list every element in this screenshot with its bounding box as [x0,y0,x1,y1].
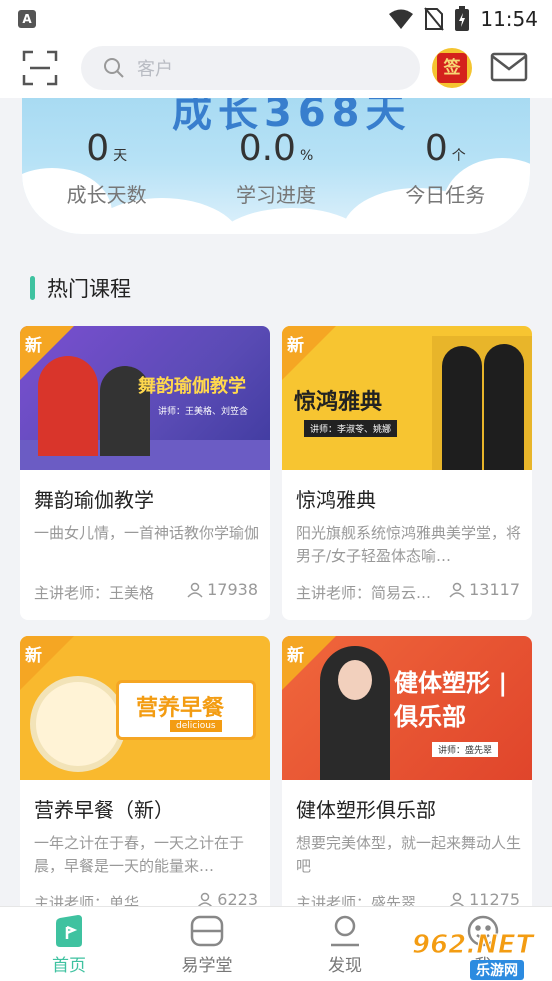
course-thumbnail: 健体塑形 | 俱乐部 讲师：盛先翠 新 [282,636,532,780]
course-desc: 一曲女儿情，一首神话教你学瑜伽 [34,524,260,542]
course-card[interactable]: 惊鸿雅典 讲师：李淑苓、姚娜 新 惊鸿雅典 阳光旗舰系统惊鸿雅典美学堂，将男子/… [282,326,532,620]
search-icon [104,58,124,78]
clock: 11:54 [480,7,538,31]
thumb-subtitle: 讲师：盛先翠 [432,742,499,757]
course-name: 健体塑形俱乐部 [296,798,436,822]
checkin-button[interactable]: 签 [432,48,472,88]
course-teacher: 主讲老师：王美格 [34,584,155,602]
course-student-count: 17938 [187,580,258,599]
course-desc: 想要完美体型，就一起来舞动人生吧 [296,834,522,875]
battery-icon [455,6,470,31]
top-bar: 客户 签 [0,38,552,98]
course-teacher: 主讲老师：盛先翠 [296,894,417,906]
course-thumbnail: 惊鸿雅典 讲师：李淑苓、姚娜 新 [282,326,532,470]
growth-stats: 0天 成长天数 0.0% 学习进度 0个 今日任务 [22,128,530,218]
thumb-subtitle: 讲师：王美格、刘笠含 [158,407,249,417]
course-desc: 阳光旗舰系统惊鸿雅典美学堂，将男子/女子轻盈体态喻… [296,524,522,565]
status-bar: A 11:54 [0,0,552,38]
course-thumbnail: 营养早餐 delicious 新 [20,636,270,780]
course-card[interactable]: 健体塑形 | 俱乐部 讲师：盛先翠 新 健体塑形俱乐部 想要完美体型，就一起来舞… [282,636,532,906]
thumb-title: 舞韵瑜伽教学 [138,376,246,397]
search-input[interactable]: 客户 [81,46,420,90]
person-icon [187,582,203,598]
course-teacher: 主讲老师：单华 [34,894,140,906]
home-icon [56,915,82,947]
watermark-logo: 962.NET 乐游网 [411,930,534,980]
new-badge: 新 [282,326,336,380]
course-card[interactable]: 舞韵瑜伽教学 讲师：王美格、刘笠含 新 舞韵瑜伽教学 一曲女儿情，一首神话教你学… [20,326,270,620]
app-notification-icon: A [18,10,36,28]
user-icon [331,915,359,947]
stat-today-tasks[interactable]: 0个 今日任务 [361,128,530,218]
no-sim-icon [424,7,445,31]
course-name: 惊鸿雅典 [296,488,376,512]
nav-home[interactable]: 首页 [0,907,138,981]
scan-icon [22,50,58,86]
course-desc: 一年之计在于春，一天之计在于晨，早餐是一天的能量来… [34,834,245,875]
nav-yixuetang[interactable]: 易学堂 [138,907,276,981]
thumb-subtitle: delicious [170,720,222,732]
course-student-count: 6223 [197,890,258,906]
person-icon [449,892,465,906]
course-name: 舞韵瑜伽教学 [34,488,154,512]
thumb-title: 惊鸿雅典 [294,390,383,415]
search-placeholder: 客户 [137,59,173,80]
status-icons: 11:54 [388,6,538,32]
section-accent-bar [30,276,35,300]
home-content[interactable]: 成长368天 0天 成长天数 0.0% 学习进度 0个 今日任务 热门课程 舞韵… [0,98,552,906]
thumb-title: 营养早餐 [136,696,225,721]
mail-icon [490,52,528,82]
course-card[interactable]: 营养早餐 delicious 新 营养早餐（新） 一年之计在于春，一天之计在于晨… [20,636,270,906]
section-title: 热门课程 [47,277,131,301]
course-thumbnail: 舞韵瑜伽教学 讲师：王美格、刘笠含 新 [20,326,270,470]
wifi-icon [389,9,414,29]
thumb-subtitle: 讲师：李淑苓、姚娜 [304,420,398,437]
course-name: 营养早餐（新） [34,798,174,822]
course-student-count: 13117 [449,580,520,599]
thumb-title: 健体塑形 | 俱乐部 [394,669,508,731]
layers-icon [190,915,224,947]
person-icon [197,892,213,906]
hot-courses-header: 热门课程 [30,274,131,302]
course-student-count: 11275 [449,890,520,906]
message-button[interactable] [490,52,528,82]
nav-discover[interactable]: 发现 [276,907,414,981]
course-teacher: 主讲老师：简易云学… [296,584,436,602]
stat-learning-progress[interactable]: 0.0% 学习进度 [191,128,360,218]
person-icon [449,582,465,598]
checkin-label: 签 [437,53,467,83]
stat-growth-days[interactable]: 0天 成长天数 [22,128,191,218]
scan-button[interactable] [22,50,58,86]
